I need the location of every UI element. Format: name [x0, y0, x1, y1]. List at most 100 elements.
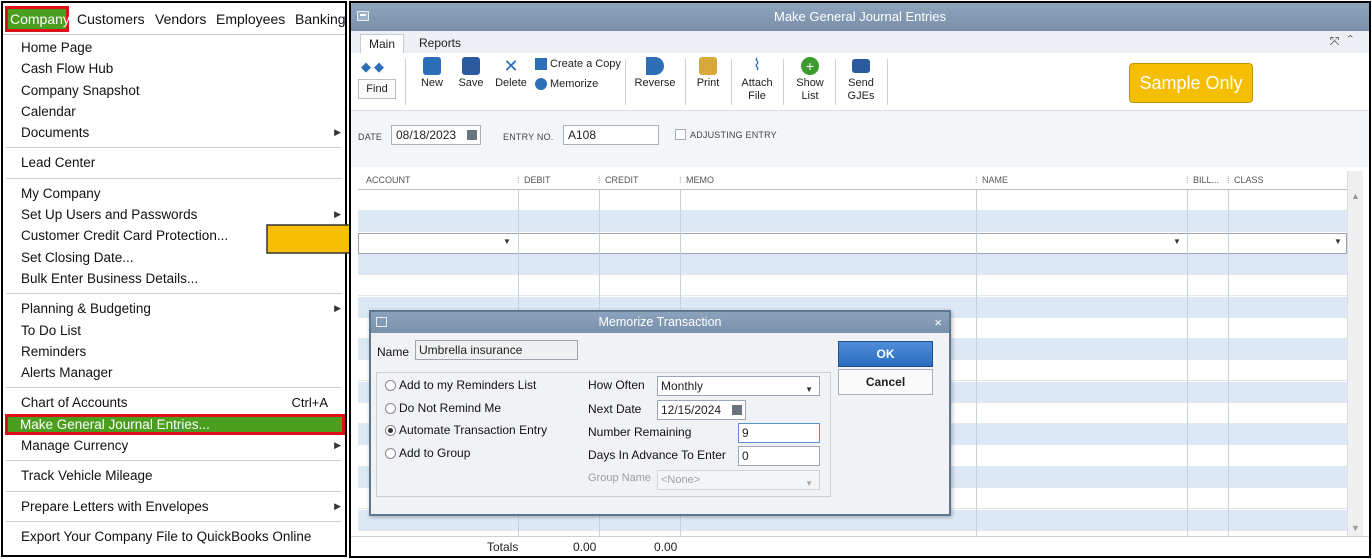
- delete-button[interactable]: ✕ Delete: [495, 57, 527, 90]
- col-memo[interactable]: MEMO: [686, 175, 714, 185]
- menu-item-label: Set Closing Date...: [21, 249, 134, 265]
- find-button[interactable]: Find: [358, 79, 396, 99]
- menu-item-home-page[interactable]: Home Page: [6, 37, 342, 58]
- previous-icon[interactable]: ◆: [361, 59, 374, 74]
- menu-item-to-do-list[interactable]: To Do List: [6, 320, 342, 341]
- menu-item-company-snapshot[interactable]: Company Snapshot: [6, 80, 342, 101]
- scroll-up-icon[interactable]: ▲: [1351, 191, 1360, 201]
- cancel-button[interactable]: Cancel: [838, 369, 933, 395]
- days-in-advance-label: Days In Advance To Enter: [588, 448, 726, 462]
- table-row[interactable]: [358, 190, 1347, 211]
- menu-item-label: Export Your Company File to QuickBooks O…: [21, 528, 312, 544]
- memorize-button[interactable]: Memorize: [535, 78, 598, 91]
- scroll-down-icon[interactable]: ▼: [1351, 523, 1360, 533]
- menu-item-prepare-letters-with-envelopes[interactable]: Prepare Letters with Envelopes ▶: [6, 496, 342, 517]
- sample-only-badge: Sample Only: [1129, 63, 1253, 103]
- menu-item-manage-currency[interactable]: Manage Currency ▶: [6, 435, 342, 456]
- do-not-remind-label[interactable]: Do Not Remind Me: [399, 401, 501, 415]
- days-in-advance-input[interactable]: 0: [738, 446, 820, 466]
- menu-item-lead-center[interactable]: Lead Center: [6, 152, 342, 173]
- menu-separator: [6, 487, 342, 496]
- send-gjes-button[interactable]: Send GJEs: [843, 57, 879, 103]
- menu-item-my-company[interactable]: My Company: [6, 183, 342, 204]
- col-name[interactable]: NAME: [982, 175, 1008, 185]
- col-credit[interactable]: CREDIT: [605, 175, 639, 185]
- menu-item-alerts-manager[interactable]: Alerts Manager: [6, 362, 342, 383]
- automate-entry-label[interactable]: Automate Transaction Entry: [399, 423, 547, 437]
- ok-button[interactable]: OK: [838, 341, 933, 367]
- dialog-titlebar[interactable]: Memorize Transaction ×: [371, 312, 949, 333]
- show-list-button[interactable]: + Show List: [791, 57, 829, 103]
- menu-item-label: Manage Currency: [21, 438, 129, 454]
- menubar-vendors[interactable]: Vendors: [155, 11, 206, 27]
- col-account[interactable]: ACCOUNT: [366, 175, 411, 185]
- col-debit[interactable]: DEBIT: [524, 175, 551, 185]
- calendar-icon[interactable]: [732, 405, 742, 415]
- reverse-button[interactable]: Reverse: [633, 57, 677, 90]
- dialog-menu-icon[interactable]: [376, 317, 387, 327]
- new-button[interactable]: New: [419, 57, 445, 90]
- save-button[interactable]: Save: [457, 57, 485, 90]
- create-copy-button[interactable]: Create a Copy: [535, 58, 621, 71]
- how-often-select[interactable]: Monthly ▼: [657, 376, 820, 396]
- name-dropdown-icon[interactable]: ▼: [1173, 237, 1181, 246]
- number-remaining-input[interactable]: 9: [738, 423, 820, 443]
- menubar-company[interactable]: Company: [5, 6, 70, 32]
- date-label: DATE: [358, 132, 383, 142]
- account-dropdown-icon[interactable]: ▼: [503, 237, 511, 246]
- company-dropdown-menu: Home Page Cash Flow Hub Company Snapshot Ca…: [5, 37, 345, 547]
- tab-reports[interactable]: Reports: [411, 34, 469, 53]
- print-icon: [699, 57, 717, 75]
- table-row[interactable]: [358, 253, 1347, 275]
- menu-item-chart-of-accounts[interactable]: Chart of Accounts Ctrl+A: [6, 392, 342, 413]
- memorize-icon: [535, 78, 547, 91]
- menu-item-make-general-journal-entries[interactable]: Make General Journal Entries...: [5, 413, 345, 436]
- add-to-group-label[interactable]: Add to Group: [399, 446, 470, 460]
- reverse-icon: [646, 57, 664, 75]
- menubar-banking[interactable]: Banking: [295, 11, 345, 27]
- menu-item-cash-flow-hub[interactable]: Cash Flow Hub: [6, 58, 342, 79]
- name-input[interactable]: Umbrella insurance: [415, 340, 578, 360]
- grid-scrollbar[interactable]: ▲ ▼: [1347, 171, 1363, 541]
- class-dropdown-icon[interactable]: ▼: [1334, 237, 1342, 246]
- adjusting-entry-label: ADJUSTING ENTRY: [690, 130, 777, 140]
- menubar-employees[interactable]: Employees: [216, 11, 285, 27]
- menu-item-export-your-company-file-to-quickbooks-online[interactable]: Export Your Company File to QuickBooks O…: [6, 526, 342, 547]
- date-field[interactable]: 08/18/2023: [391, 125, 481, 145]
- adjusting-entry-checkbox[interactable]: [675, 129, 686, 140]
- collapse-ribbon-icon[interactable]: ⌃: [1347, 34, 1361, 48]
- add-to-group-radio[interactable]: [385, 448, 396, 459]
- next-icon[interactable]: ◆: [374, 59, 387, 74]
- expand-icon[interactable]: ⤧: [1330, 34, 1348, 48]
- table-row[interactable]: [358, 275, 1347, 297]
- reminders-list-label[interactable]: Add to my Reminders List: [399, 378, 536, 392]
- window-titlebar[interactable]: Make General Journal Entries: [351, 3, 1369, 31]
- automate-entry-radio[interactable]: [385, 425, 396, 436]
- print-button[interactable]: Print: [693, 57, 723, 90]
- toolbar-divider: [731, 59, 732, 105]
- window-title: Make General Journal Entries: [774, 9, 946, 24]
- menu-item-documents[interactable]: Documents ▶: [6, 122, 342, 143]
- close-icon[interactable]: ×: [934, 312, 942, 333]
- menubar-customers[interactable]: Customers: [77, 11, 145, 27]
- menu-item-track-vehicle-mileage[interactable]: Track Vehicle Mileage: [6, 465, 342, 486]
- next-date-label: Next Date: [588, 402, 642, 416]
- calendar-icon[interactable]: [467, 130, 477, 140]
- menu-item-calendar[interactable]: Calendar: [6, 101, 342, 122]
- entry-no-field[interactable]: A108: [563, 125, 659, 145]
- menu-item-label: Lead Center: [21, 155, 96, 171]
- do-not-remind-radio[interactable]: [385, 403, 396, 414]
- window-menu-icon[interactable]: [357, 11, 369, 21]
- tab-main[interactable]: Main: [360, 34, 405, 53]
- reminders-list-radio[interactable]: [385, 380, 396, 391]
- col-class[interactable]: CLASS: [1234, 175, 1264, 185]
- menu-item-label: Bulk Enter Business Details...: [21, 270, 199, 286]
- entry-no-label: ENTRY NO.: [503, 132, 554, 142]
- menu-item-label: Home Page: [21, 40, 93, 55]
- menu-item-reminders[interactable]: Reminders: [6, 341, 342, 362]
- next-date-field[interactable]: 12/15/2024: [657, 400, 746, 420]
- col-billable[interactable]: BILL...: [1193, 175, 1219, 185]
- menu-item-planning-budgeting[interactable]: Planning & Budgeting ▶: [6, 298, 342, 319]
- attach-file-button[interactable]: ⌇ Attach File: [739, 57, 775, 103]
- table-row[interactable]: [358, 211, 1347, 233]
